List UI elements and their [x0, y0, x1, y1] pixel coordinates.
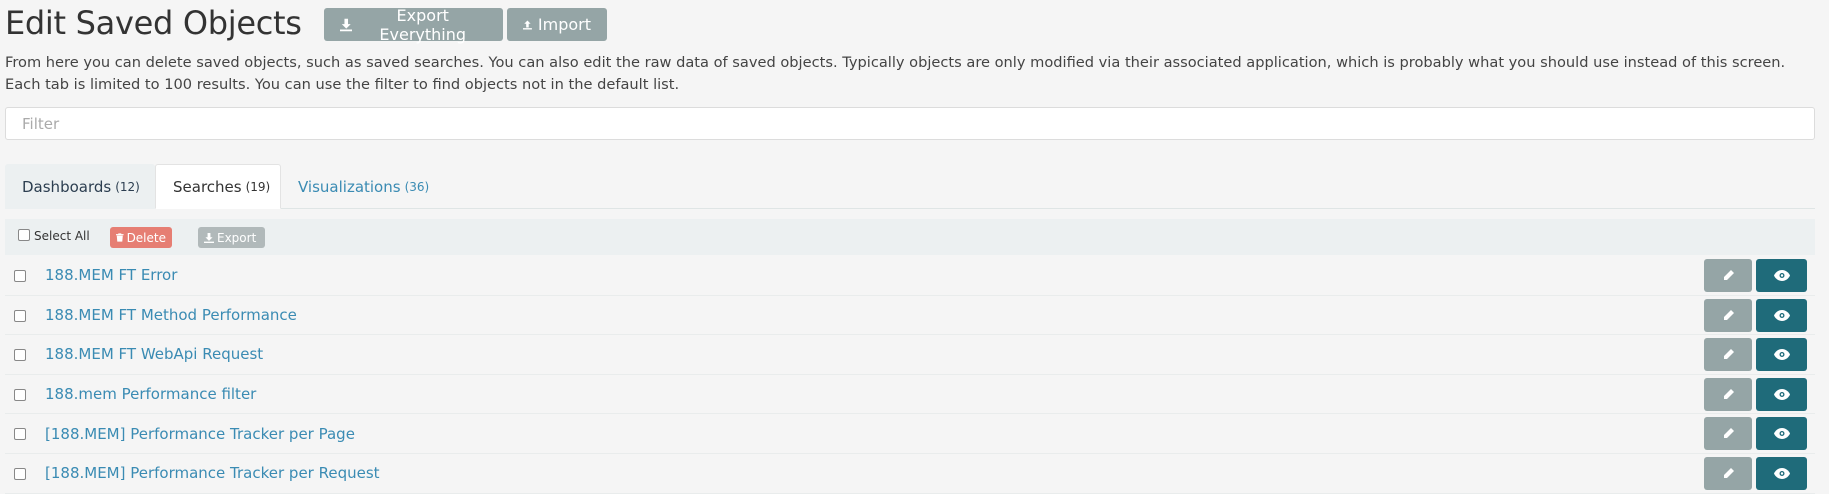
edit-button[interactable] — [1704, 456, 1752, 490]
page-title: Edit Saved Objects — [5, 4, 302, 42]
row-checkbox[interactable] — [14, 270, 26, 282]
download-icon — [340, 18, 353, 31]
select-all-label: Select All — [34, 229, 90, 243]
list-item: 188.MEM FT WebApi Request — [5, 335, 1815, 375]
eye-icon — [1773, 388, 1790, 400]
edit-button[interactable] — [1704, 417, 1752, 451]
export-selected-button[interactable]: Export — [198, 227, 265, 248]
export-label: Export — [217, 230, 257, 245]
object-title-link[interactable]: 188.MEM FT Error — [45, 266, 177, 284]
edit-button[interactable] — [1704, 377, 1752, 411]
import-button[interactable]: Import — [507, 8, 607, 41]
eye-icon — [1773, 309, 1790, 321]
tab-count: (19) — [245, 179, 271, 194]
bulk-actions-toolbar: Select All Delete Export — [5, 219, 1815, 255]
row-checkbox[interactable] — [14, 467, 26, 480]
upload-icon — [523, 20, 532, 29]
object-title-link[interactable]: [188.MEM] Performance Tracker per Page — [45, 425, 355, 443]
pencil-icon — [1722, 270, 1734, 281]
tab-label: Visualizations — [298, 177, 401, 196]
pencil-icon — [1723, 309, 1734, 320]
pencil-icon — [1723, 388, 1734, 399]
list-item: 188.MEM FT Method Performance — [5, 296, 1815, 336]
list-item: 188.MEM FT Error — [5, 256, 1815, 296]
trash-icon — [116, 233, 124, 242]
edit-button[interactable] — [1704, 298, 1752, 332]
row-checkbox[interactable] — [14, 388, 26, 401]
object-title-link[interactable]: [188.MEM] Performance Tracker per Reques… — [45, 464, 380, 482]
view-button[interactable] — [1756, 377, 1807, 411]
export-everything-button[interactable]: Export Everything — [324, 5, 503, 44]
eye-icon — [1773, 428, 1790, 440]
pencil-icon — [1723, 428, 1734, 439]
tab-searches[interactable]: Searches (19) — [155, 164, 281, 209]
object-title-link[interactable]: 188.MEM FT Method Performance — [45, 306, 297, 324]
list-item: 188.mem Performance filter — [5, 375, 1815, 415]
view-button[interactable] — [1756, 456, 1807, 490]
tab-label: Searches — [173, 177, 242, 196]
view-button[interactable] — [1756, 338, 1807, 372]
pencil-icon — [1723, 349, 1734, 360]
row-checkbox[interactable] — [14, 309, 26, 322]
page-description: From here you can delete saved objects, … — [5, 54, 1786, 93]
object-tabs: Dashboards (12) Searches (19) Visualizat… — [5, 164, 1815, 209]
page-header: Edit Saved Objects — [5, 4, 302, 42]
download-icon — [204, 232, 214, 243]
object-title-link[interactable]: 188.MEM FT WebApi Request — [45, 345, 263, 363]
delete-button[interactable]: Delete — [110, 227, 172, 248]
saved-objects-list: 188.MEM FT Error 188.MEM FT Method Perfo… — [5, 256, 1815, 494]
filter-input[interactable] — [5, 107, 1815, 140]
eye-icon — [1773, 349, 1790, 361]
pencil-icon — [1723, 467, 1734, 478]
eye-icon — [1773, 467, 1790, 479]
edit-button[interactable] — [1704, 259, 1752, 292]
view-button[interactable] — [1756, 298, 1807, 332]
row-checkbox[interactable] — [14, 428, 26, 441]
select-all[interactable]: Select All — [18, 228, 90, 243]
list-item: [188.MEM] Performance Tracker per Reques… — [5, 454, 1815, 494]
tab-count: (12) — [115, 179, 140, 194]
object-title-link[interactable]: 188.mem Performance filter — [45, 385, 256, 403]
delete-label: Delete — [126, 230, 166, 245]
view-button[interactable] — [1756, 259, 1807, 292]
row-checkbox[interactable] — [14, 349, 26, 362]
eye-icon — [1773, 270, 1790, 281]
tab-visualizations[interactable]: Visualizations (36) — [281, 164, 446, 209]
import-label: Import — [537, 15, 591, 34]
tab-count: (36) — [404, 179, 430, 194]
view-button[interactable] — [1756, 417, 1807, 451]
edit-button[interactable] — [1704, 338, 1752, 372]
tab-dashboards[interactable]: Dashboards (12) — [5, 164, 155, 209]
select-all-checkbox[interactable] — [18, 228, 30, 241]
list-item: [188.MEM] Performance Tracker per Page — [5, 414, 1815, 454]
export-everything-label: Export Everything — [379, 5, 467, 44]
tab-label: Dashboards — [22, 177, 112, 196]
